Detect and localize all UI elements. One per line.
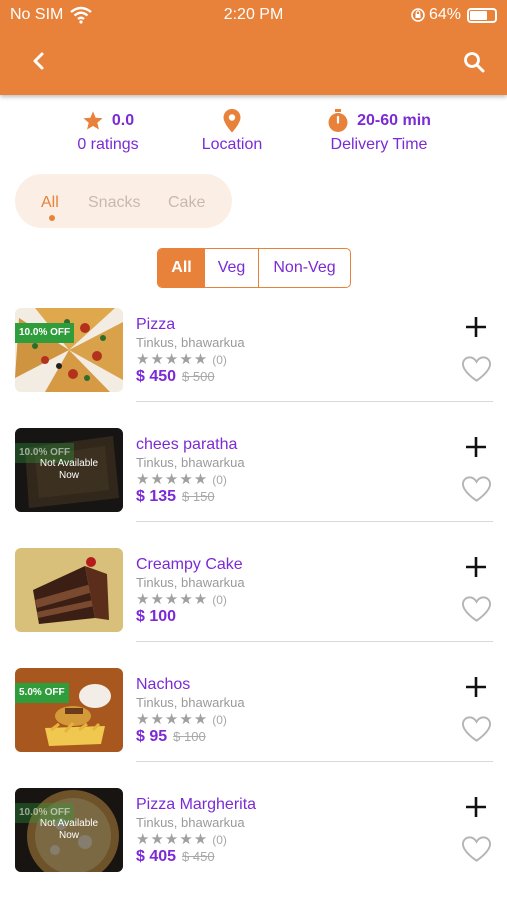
stopwatch-icon [328,109,348,132]
item-location: Tinkus, bhawarkua [136,575,245,590]
delivery-label: Delivery Time [330,136,428,153]
rating-stars: ★★★★★ (0) [136,711,227,728]
chevron-left-icon[interactable] [28,50,50,72]
item-name[interactable]: chees paratha [136,436,237,454]
rating-count: (0) [212,713,227,727]
add-icon[interactable] [464,675,488,699]
rating-label: 0 ratings [77,136,139,153]
item-price: $ 100 [136,608,177,625]
food-image: 5.0% OFF [15,668,123,752]
app-header: No SIM 2:20 PM 64% [0,0,507,95]
heart-icon[interactable] [461,475,492,503]
heart-icon[interactable] [461,715,492,743]
battery-icon [467,8,497,23]
star-icon [83,111,103,130]
filter-veg[interactable]: Veg [205,249,259,287]
category-tabs: All Snacks Cake [15,174,232,228]
location-info[interactable]: Location [194,108,270,154]
battery-percent: 64% [429,6,462,23]
list-item[interactable]: 5.0% OFF Nachos Tinkus, bhawarkua ★★★★★(… [0,660,507,780]
heart-icon[interactable] [461,355,492,383]
filter-all[interactable]: All [158,249,205,287]
availability-label: Not Available Now [39,458,99,481]
add-icon[interactable] [464,555,488,579]
item-name[interactable]: Pizza Margherita [136,796,256,814]
rating-count: (0) [212,473,227,487]
old-price: $ 100 [173,729,206,744]
divider [136,401,493,402]
food-image: 10.0% OFF [15,308,123,392]
tab-cake[interactable]: Cake [168,194,205,212]
rating-stars: ★★★★★ (0) [136,591,227,608]
add-icon[interactable] [464,795,488,819]
rating-count: (0) [212,593,227,607]
item-name[interactable]: Nachos [136,676,190,694]
list-item[interactable]: 10.0% OFF Not Available Now Pizza Margher… [0,780,507,900]
orientation-lock-icon [411,8,425,22]
location-label: Location [201,136,263,153]
list-item[interactable]: 10.0% OFF Pizza Tinkus, bhawarkua ★★★★★(… [0,300,507,420]
discount-badge: 5.0% OFF [15,683,69,703]
divider [136,761,493,762]
tab-snacks[interactable]: Snacks [88,194,140,212]
item-name[interactable]: Creampy Cake [136,556,243,574]
old-price: $ 450 [182,849,215,864]
item-price: $ 405 $ 450 [136,848,215,865]
item-location: Tinkus, bhawarkua [136,455,245,470]
tab-all[interactable]: All [41,194,59,212]
restaurant-info: 0.0 0 ratings Location 20-60 min Deliver… [0,108,507,158]
search-icon[interactable] [462,50,486,74]
item-price: $ 135 $ 150 [136,488,215,505]
divider [136,521,493,522]
rating-stars: ★★★★★ (0) [136,351,227,368]
rating-value: 0.0 [111,112,135,129]
item-price: $ 450 $ 500 [136,368,215,385]
food-image: 10.0% OFF Not Available Now [15,428,123,512]
rating-count: (0) [212,353,227,367]
item-name[interactable]: Pizza [136,316,175,334]
rating-count: (0) [212,833,227,847]
food-image: 10.0% OFF Not Available Now [15,788,123,872]
rating-stars: ★★★★★ (0) [136,831,227,848]
old-price: $ 500 [182,369,215,384]
add-icon[interactable] [464,435,488,459]
heart-icon[interactable] [461,835,492,863]
filter-non-veg[interactable]: Non-Veg [259,249,350,287]
delivery-info: 20-60 min Delivery Time [327,108,431,154]
list-item[interactable]: Creampy Cake Tinkus, bhawarkua ★★★★★ (0) … [0,540,507,660]
divider [136,641,493,642]
item-location: Tinkus, bhawarkua [136,695,245,710]
status-bar: No SIM 2:20 PM 64% [0,6,507,26]
availability-label: Not Available Now [39,818,99,841]
discount-badge: 10.0% OFF [15,323,75,343]
add-icon[interactable] [464,315,488,339]
heart-icon[interactable] [461,595,492,623]
location-pin-icon [223,109,241,133]
rating-info: 0.0 0 ratings [70,108,146,154]
item-price: $ 95 $ 100 [136,728,206,745]
rating-stars: ★★★★★ (0) [136,471,227,488]
item-location: Tinkus, bhawarkua [136,335,245,350]
veg-filter: All Veg Non-Veg [157,248,351,288]
item-location: Tinkus, bhawarkua [136,815,245,830]
food-image [15,548,123,632]
old-price: $ 150 [182,489,215,504]
active-tab-indicator [49,215,55,221]
list-item[interactable]: 10.0% OFF Not Available Now chees paratha… [0,420,507,540]
delivery-value: 20-60 min [357,112,431,129]
